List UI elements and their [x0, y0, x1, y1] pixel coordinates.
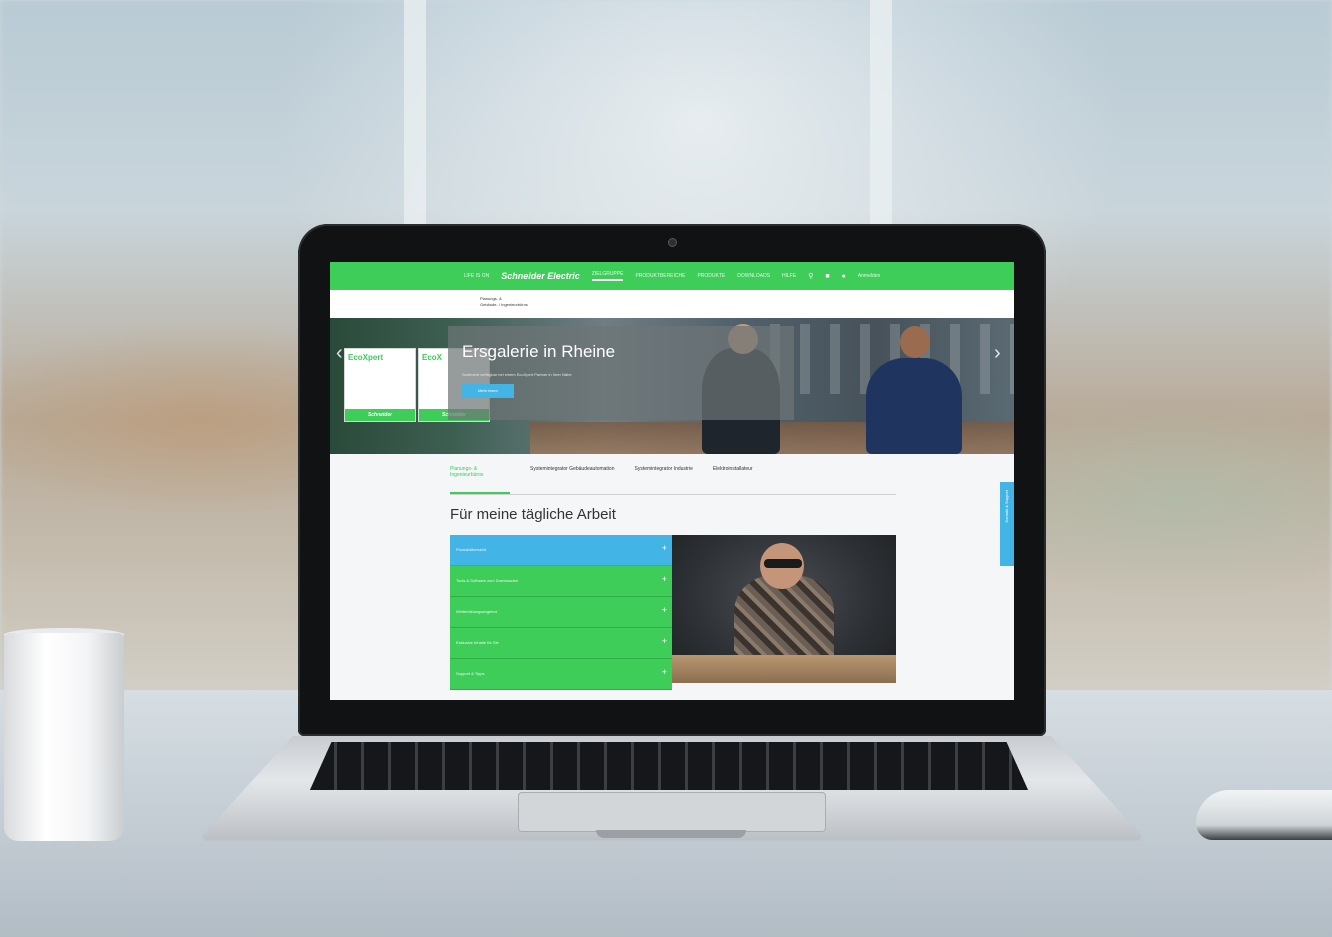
tab-elektroinstallateur[interactable]: Elektroinstallateur: [713, 458, 753, 494]
ecoxpert-banner: EcoXpert Schneider: [344, 348, 416, 422]
accordion-item[interactable]: Exklusive Inhalte für Sie +: [450, 628, 672, 659]
breadcrumb-line-2: Gebäude- / Ingenieurbüros: [480, 302, 528, 307]
accordion-item[interactable]: Produktübersicht +: [450, 535, 672, 566]
plus-icon: +: [661, 667, 667, 677]
hero-read-more-button[interactable]: Mehr lesen: [462, 384, 514, 398]
nav-item-downloads[interactable]: DOWNLOADS: [737, 273, 770, 279]
breadcrumb-bar: Planungs- & Gebäude- / Ingenieurbüros: [330, 290, 1014, 318]
safety-goggles: [764, 559, 802, 568]
schneider-logo[interactable]: Schneider Electric: [501, 271, 580, 281]
photo-scene: LIFE IS ON Schneider Electric ZIELGRUPPE…: [0, 0, 1332, 937]
top-navigation: LIFE IS ON Schneider Electric ZIELGRUPPE…: [330, 262, 1014, 290]
accordion-item-label: Exklusive Inhalte für Sie: [456, 640, 499, 645]
hero-carousel: EcoXpert Schneider EcoX Schneider Ersgal…: [330, 318, 1014, 454]
audience-tabs: Planungs- & Ingenieurbüros Systemintegra…: [450, 458, 896, 495]
nav-item-hilfe[interactable]: HILFE: [782, 273, 796, 279]
laptop-trackpad: [518, 792, 826, 832]
webcam-icon: [668, 238, 677, 247]
tab-planungsbueros[interactable]: Planungs- & Ingenieurbüros: [450, 458, 510, 494]
accordion-item-label: Weiterbildungsangebot: [456, 609, 497, 614]
plus-icon: +: [661, 543, 667, 553]
computer-mouse: [1196, 790, 1332, 840]
accordion-menu: Produktübersicht + Tools & Software zum …: [450, 535, 672, 690]
plus-icon: +: [661, 605, 667, 615]
accordion-item[interactable]: Weiterbildungsangebot +: [450, 597, 672, 628]
worker-photo: [672, 535, 896, 683]
nav-item-zielgruppe[interactable]: ZIELGRUPPE: [591, 271, 624, 281]
plus-icon: +: [661, 574, 667, 584]
window-frame: [870, 0, 892, 230]
contact-side-tab[interactable]: Kontakt & Support: [1000, 482, 1014, 566]
account-link[interactable]: Anmelden: [858, 273, 881, 279]
cart-icon[interactable]: ■: [825, 273, 829, 280]
nav-item-produkte[interactable]: PRODUKTE: [697, 273, 725, 279]
accordion-item[interactable]: Tools & Software zum Downloaden +: [450, 566, 672, 597]
coffee-mug: [4, 633, 124, 841]
hero-subtitle: Sortiment verfügbar bei einem EcoXpert P…: [462, 372, 572, 377]
search-icon[interactable]: ⚲: [808, 272, 813, 280]
laptop-hinge: [596, 830, 746, 838]
ecoxpert-title: EcoXpert: [348, 353, 384, 362]
side-tab-label: Kontakt & Support: [1004, 490, 1009, 523]
tab-gebaeudeautomation[interactable]: Systemintegrator Gebäudeautomation: [530, 458, 615, 494]
accordion-item[interactable]: Support & Tipps +: [450, 659, 672, 690]
person-right: [866, 358, 962, 454]
workbench: [672, 655, 896, 683]
nav-tagline: LIFE IS ON: [463, 273, 490, 279]
ecoxpert-footer: Schneider: [345, 409, 415, 421]
nav-item-produktbereiche[interactable]: PRODUKTBEREICHE: [635, 273, 685, 279]
carousel-prev-icon[interactable]: ‹: [336, 342, 343, 365]
person-right-head: [900, 326, 930, 358]
section-title: Für meine tägliche Arbeit: [450, 506, 616, 523]
breadcrumb[interactable]: Planungs- & Gebäude- / Ingenieurbüros: [480, 296, 540, 308]
accordion-item-label: Support & Tipps: [456, 671, 485, 676]
laptop-keyboard: [310, 742, 1028, 790]
window-frame: [404, 0, 426, 230]
hero-card: Ersgalerie in Rheine Sortiment verfügbar…: [448, 326, 794, 420]
carousel-next-icon[interactable]: ›: [994, 342, 1001, 365]
plus-icon: +: [661, 636, 667, 646]
tab-industrie[interactable]: Systemintegrator Industrie: [635, 458, 693, 494]
accordion-item-label: Tools & Software zum Downloaden: [456, 578, 519, 583]
hero-title: Ersgalerie in Rheine: [462, 342, 616, 361]
laptop-screen: LIFE IS ON Schneider Electric ZIELGRUPPE…: [330, 262, 1014, 700]
user-icon[interactable]: ●: [842, 273, 846, 280]
accordion-item-label: Produktübersicht: [456, 547, 487, 552]
